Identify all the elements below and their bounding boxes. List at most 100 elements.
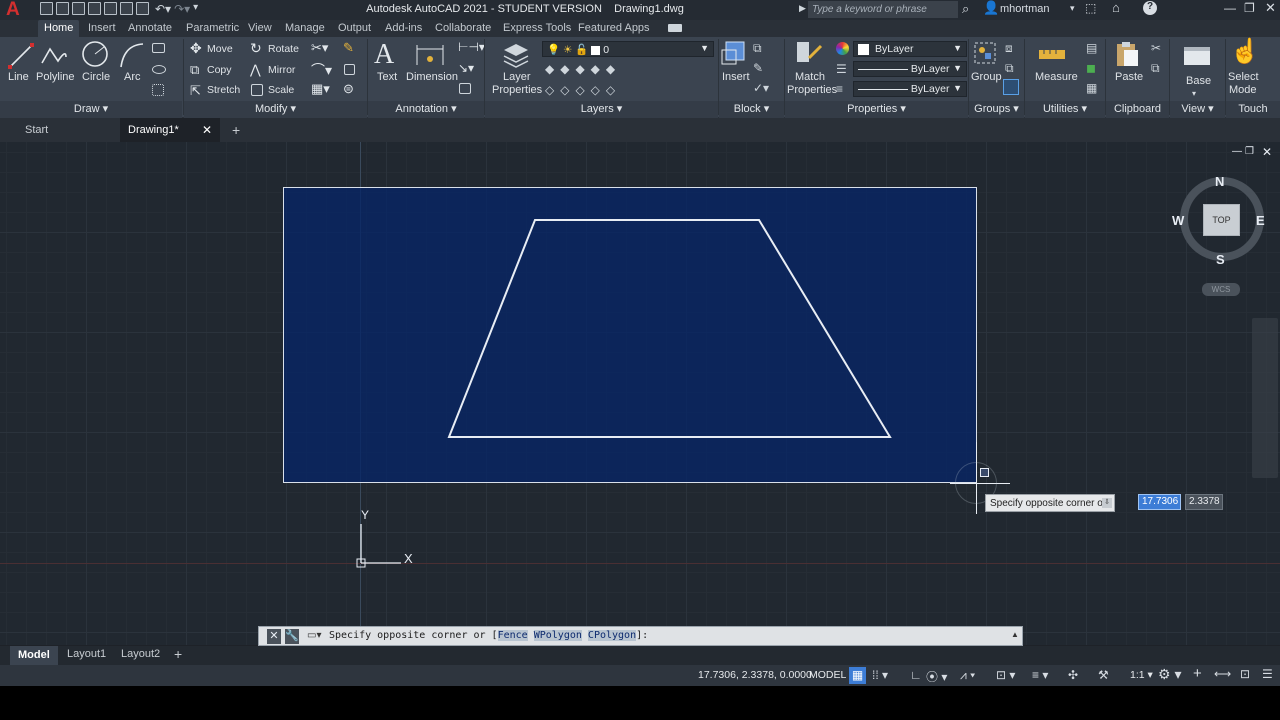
array-icon[interactable]: ▦▾ — [311, 81, 330, 97]
compass-n[interactable]: N — [1215, 174, 1224, 189]
compass-e[interactable]: E — [1256, 213, 1265, 228]
tab-model[interactable]: Model — [10, 646, 58, 665]
base-dropdown-icon[interactable]: ▾ — [1192, 89, 1196, 98]
drawing-canvas[interactable]: Y X — ❐ ✕ Specify opposite corner or ⇩ 17… — [0, 142, 1280, 645]
layer-properties-label-1[interactable]: Layer — [503, 71, 531, 83]
tab-layout2[interactable]: Layout2 — [121, 648, 160, 660]
close-tab-icon[interactable]: ✕ — [202, 118, 212, 142]
options-arrow-icon[interactable]: ⇩ — [1102, 498, 1112, 508]
restore-icon[interactable]: ❐ — [1244, 1, 1255, 15]
measure-icon[interactable] — [1038, 45, 1066, 65]
cmd-option-fence[interactable]: Fence — [497, 630, 528, 641]
stretch-icon[interactable]: ⇱ — [190, 83, 201, 99]
draw-panel-footer[interactable]: Draw ▾ — [0, 101, 182, 118]
lineweight-toggle-icon[interactable]: ≡ ▾ — [1032, 668, 1048, 682]
viewport-close-icon[interactable]: ✕ — [1262, 145, 1272, 159]
search-arrow-icon[interactable]: ▶ — [799, 3, 806, 14]
cmd-option-cpolygon[interactable]: CPolygon — [587, 630, 637, 641]
layer-dropdown[interactable]: 💡 ☀ 🔓 0 ▼ — [542, 41, 714, 57]
annotation-scale[interactable]: 1:1 ▾ — [1130, 669, 1153, 681]
rectangle-icon[interactable] — [152, 43, 165, 53]
layer-tools-row1-icons[interactable]: ◆◆◆◆◆ — [545, 62, 621, 76]
rotate-button[interactable]: Rotate — [268, 43, 299, 55]
copy-button[interactable]: Copy — [207, 64, 232, 76]
dimension-icon[interactable] — [414, 41, 446, 69]
viewcube-top-face[interactable]: TOP — [1203, 204, 1240, 236]
group-select-icon[interactable] — [1003, 79, 1019, 95]
insert-button[interactable]: Insert — [722, 71, 750, 83]
help-icon[interactable]: ? — [1143, 1, 1157, 15]
color-dropdown[interactable]: ByLayer ▼ — [853, 41, 967, 57]
dimension-button[interactable]: Dimension — [406, 71, 458, 83]
group-edit-icon[interactable]: ⧉ — [1005, 61, 1014, 76]
copy-clip-icon[interactable]: ⧉ — [1151, 61, 1160, 76]
insert-icon[interactable] — [720, 40, 748, 68]
line-icon[interactable] — [8, 41, 34, 71]
cart-icon[interactable]: ⬚ — [1085, 1, 1096, 15]
viewport-restore-icon[interactable]: ❐ — [1245, 146, 1254, 157]
tab-annotate[interactable]: Annotate — [128, 22, 172, 34]
hardware-accel-icon[interactable]: ⟷ — [1214, 667, 1231, 681]
annotation-visibility-icon[interactable]: ⚒ — [1098, 668, 1109, 682]
tab-output[interactable]: Output — [338, 22, 371, 34]
mirror-icon[interactable]: ⋀ — [250, 62, 261, 78]
paste-icon[interactable] — [1114, 40, 1140, 68]
paste-button[interactable]: Paste — [1115, 71, 1143, 83]
isolate-objects-icon[interactable]: ⊡ — [1240, 667, 1250, 681]
tab-view[interactable]: View — [248, 22, 272, 34]
add-layout-icon[interactable]: + — [174, 646, 182, 662]
move-icon[interactable]: ✥ — [190, 40, 202, 57]
explode-icon[interactable]: ⊜ — [343, 81, 354, 97]
coordinate-readout[interactable]: 17.7306, 2.3378, 0.0000 — [698, 669, 812, 681]
ellipse-icon[interactable] — [152, 65, 166, 74]
polyline-icon[interactable] — [40, 41, 68, 71]
base-button[interactable]: Base — [1186, 75, 1211, 87]
search-icon[interactable]: ⌕ — [962, 1, 969, 17]
trapezoid-polyline[interactable] — [0, 142, 1280, 645]
edit-block-icon[interactable]: ✎ — [753, 61, 763, 75]
close-icon[interactable]: ✕ — [1265, 0, 1276, 16]
cmd-close-icon[interactable]: ✕ — [267, 629, 281, 644]
groups-panel-footer[interactable]: Groups ▾ — [969, 101, 1024, 118]
cmd-customize-icon[interactable]: 🔧 — [285, 629, 299, 644]
cmd-history-icon[interactable]: ▲ — [1011, 630, 1019, 639]
compass-s[interactable]: S — [1216, 252, 1225, 267]
tab-featured-apps[interactable]: Featured Apps — [578, 22, 650, 34]
id-point-icon[interactable]: ◼ — [1086, 61, 1096, 75]
match-properties-icon[interactable] — [795, 40, 823, 68]
arc-icon[interactable] — [118, 41, 146, 71]
tab-manage[interactable]: Manage — [285, 22, 325, 34]
selection-cycling-icon[interactable]: ✣ — [1068, 668, 1078, 682]
linear-dim-icon[interactable]: ⊢⊣▾ — [458, 40, 485, 54]
leader-icon[interactable]: ↘▾ — [458, 61, 474, 75]
modify-panel-footer[interactable]: Modify ▾ — [184, 101, 367, 118]
dynamic-input-x[interactable]: 17.7306 — [1138, 494, 1181, 510]
select-mode-label-1[interactable]: Select — [1228, 71, 1259, 83]
group-icon[interactable] — [972, 40, 998, 68]
properties-panel-footer[interactable]: Properties ▾ — [785, 101, 968, 118]
navigation-bar[interactable] — [1252, 318, 1278, 478]
scale-icon[interactable] — [251, 84, 263, 96]
drawing1-tab[interactable]: Drawing1* ✕ — [120, 118, 220, 142]
tab-home[interactable]: Home — [38, 20, 80, 37]
dynamic-input-y[interactable]: 2.3378 — [1185, 494, 1223, 510]
layer-properties-label-2[interactable]: Properties — [492, 84, 542, 96]
lineweight-icon[interactable]: ≡ — [836, 82, 843, 96]
calculator-icon[interactable]: ▦ — [1086, 81, 1097, 95]
match-properties-label-1[interactable]: Match — [795, 71, 825, 83]
user-dropdown-icon[interactable]: ▾ — [1070, 3, 1075, 14]
text-icon[interactable]: A — [374, 39, 394, 71]
measure-button[interactable]: Measure — [1035, 71, 1078, 83]
create-block-icon[interactable]: ⧉ — [753, 41, 762, 56]
command-line[interactable]: ✕ 🔧 ▭▾ Specify opposite corner or [Fence… — [258, 626, 1023, 646]
copy-icon[interactable]: ⧉ — [190, 62, 199, 78]
stretch-button[interactable]: Stretch — [207, 84, 240, 96]
fillet-icon[interactable]: ⌒▾ — [311, 60, 332, 80]
workspace-gear-icon[interactable]: ⚙ ▾ — [1158, 666, 1181, 683]
viewport-minimize-icon[interactable]: — — [1232, 146, 1242, 157]
text-button[interactable]: Text — [377, 71, 397, 83]
user-name[interactable]: mhortman — [1000, 3, 1050, 15]
start-tab[interactable]: Start — [17, 118, 56, 142]
utilities-panel-footer[interactable]: Utilities ▾ — [1025, 101, 1105, 118]
erase-icon[interactable]: ✎ — [343, 40, 354, 56]
